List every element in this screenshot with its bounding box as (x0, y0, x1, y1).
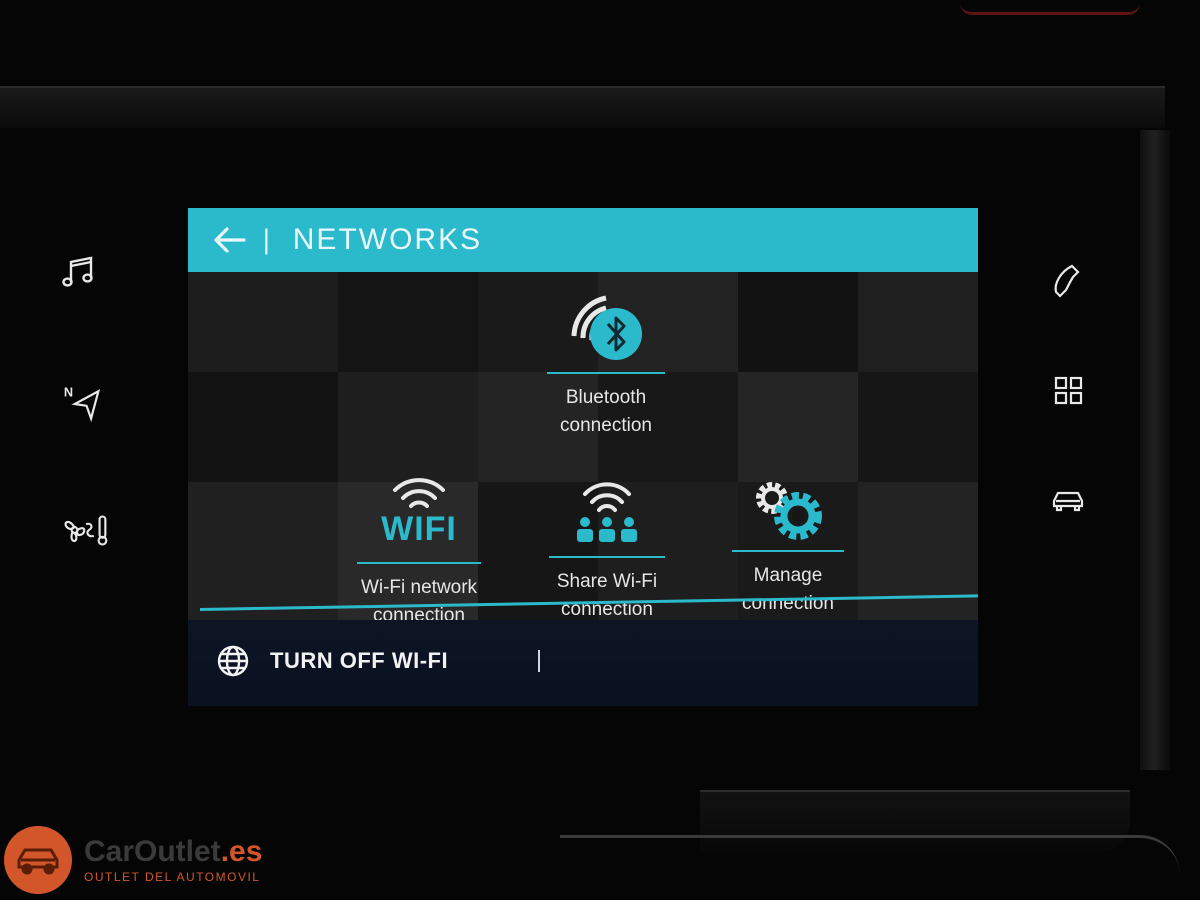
watermark-brand: CarOutlet (84, 835, 221, 868)
bluetooth-connection-tile[interactable]: Bluetooth connection (546, 280, 666, 440)
wifi-icon (392, 478, 445, 508)
svg-text:N: N (64, 385, 73, 400)
navigation-icon: N (64, 385, 101, 423)
car-logo-icon (4, 826, 72, 894)
bottom-bar-separator (538, 650, 540, 672)
turn-off-wifi-label: TURN OFF WI-FI (270, 648, 449, 673)
apps-button[interactable] (1044, 366, 1092, 414)
header-separator: | (262, 225, 271, 255)
bezel-right (1140, 130, 1170, 770)
infotainment-screen: | NETWORKS Bluetooth connection WIFI Wi-… (188, 208, 978, 706)
watermark-tld: .es (220, 835, 263, 868)
bezel-top (0, 86, 1165, 128)
music-note-icon (62, 256, 93, 287)
trim-accent (960, 0, 1140, 15)
globe-icon (217, 645, 249, 677)
phone-button[interactable] (1044, 256, 1092, 304)
share-wifi-icon (577, 482, 637, 542)
car-icon (1052, 491, 1084, 512)
share-wifi-connection-label: Share Wi-Fi connection (556, 571, 658, 620)
back-button[interactable] (202, 208, 258, 272)
wifi-icon-text: WIFI (381, 510, 457, 548)
page-title: NETWORKS (292, 223, 483, 256)
back-arrow-icon (214, 227, 246, 253)
climate-icon (64, 515, 108, 546)
bluetooth-icon (571, 295, 642, 360)
watermark-tagline: OUTLET DEL AUTOMOVIL (84, 870, 261, 884)
screen-header: | NETWORKS (188, 208, 978, 272)
turn-off-wifi-button[interactable]: TURN OFF WI-FI (216, 644, 448, 678)
music-button[interactable] (54, 248, 102, 296)
phone-icon (1054, 264, 1080, 298)
bluetooth-connection-label: Bluetooth connection (560, 387, 652, 436)
navigation-button[interactable]: N (58, 380, 106, 428)
climate-button[interactable] (60, 506, 116, 554)
manage-connection-label: Manage connection (742, 565, 834, 614)
manage-connection-tile[interactable]: Manage connection (732, 458, 844, 618)
dashboard-trim-lower (560, 835, 1180, 898)
vehicle-button[interactable] (1044, 476, 1092, 524)
watermark-logo: CarOutlet.es OUTLET DEL AUTOMOVIL (4, 826, 262, 894)
apps-grid-icon (1054, 376, 1083, 405)
gears-icon (756, 482, 822, 540)
